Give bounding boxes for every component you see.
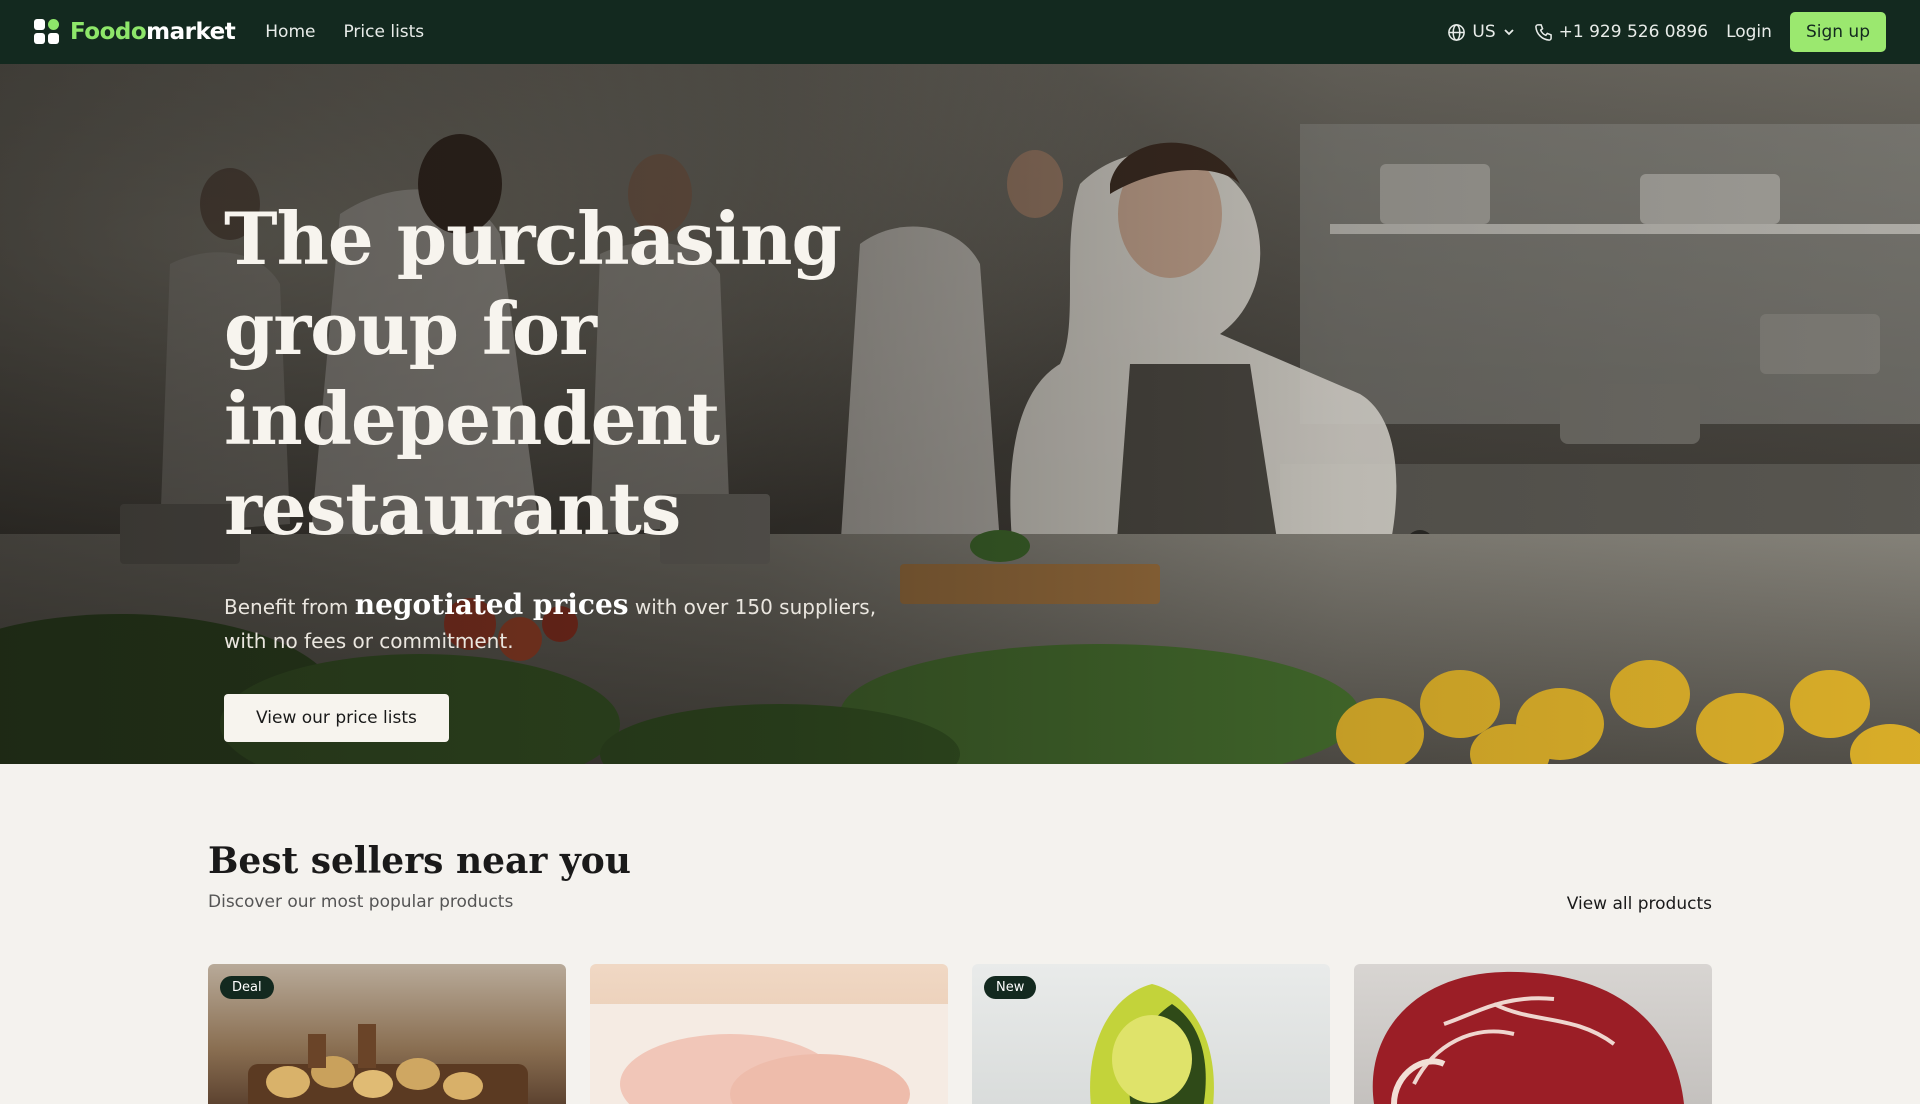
hero-sub-emphasis: negotiated prices — [354, 588, 629, 621]
logo-text: Foodomarket — [70, 19, 236, 45]
beef-image — [1372, 971, 1684, 1104]
hero-section: The purchasing group for independent res… — [0, 64, 1920, 764]
nav-link-price-lists[interactable]: Price lists — [343, 22, 424, 42]
product-card-chicken[interactable] — [590, 964, 948, 1104]
section-subtitle: Discover our most popular products — [208, 892, 514, 912]
chevron-down-icon — [1503, 29, 1514, 36]
nav-link-home[interactable]: Home — [265, 22, 315, 42]
product-card-avocado[interactable]: New — [972, 964, 1330, 1104]
phone-contact[interactable]: +1 929 526 0896 — [1534, 22, 1708, 42]
product-cards: Deal New — [208, 964, 1712, 1104]
product-card-potatoes[interactable]: Deal — [208, 964, 566, 1104]
new-badge: New — [984, 976, 1037, 999]
hero-content: The purchasing group for independent res… — [224, 194, 1124, 742]
section-title: Best sellers near you — [208, 840, 631, 882]
nav-right: US +1 929 526 0896 Login Sign up — [1447, 12, 1886, 52]
phone-icon — [1534, 23, 1552, 41]
top-navbar: Foodomarket Home Price lists US +1 929 5… — [0, 0, 1920, 64]
chicken-image — [590, 1004, 948, 1104]
logo[interactable]: Foodomarket — [34, 19, 236, 45]
hero-sub-prefix: Benefit from — [224, 595, 349, 619]
view-all-products-link[interactable]: View all products — [1567, 894, 1712, 914]
deal-badge: Deal — [220, 976, 274, 999]
view-price-lists-button[interactable]: View our price lists — [224, 694, 449, 742]
phone-number: +1 929 526 0896 — [1558, 22, 1709, 42]
hero-subtitle: Benefit from negotiated prices with over… — [224, 588, 924, 658]
product-card-beef[interactable] — [1354, 964, 1712, 1104]
login-link[interactable]: Login — [1726, 22, 1772, 42]
signup-button[interactable]: Sign up — [1789, 12, 1886, 52]
globe-icon — [1448, 23, 1466, 41]
region-selector[interactable]: US — [1447, 22, 1515, 42]
logo-icon — [34, 19, 60, 45]
bestsellers-header: Best sellers near you Discover our most … — [208, 840, 1712, 914]
nav-links: Home Price lists — [265, 22, 424, 42]
region-label: US — [1472, 22, 1496, 42]
hero-title: The purchasing group for independent res… — [224, 196, 842, 551]
